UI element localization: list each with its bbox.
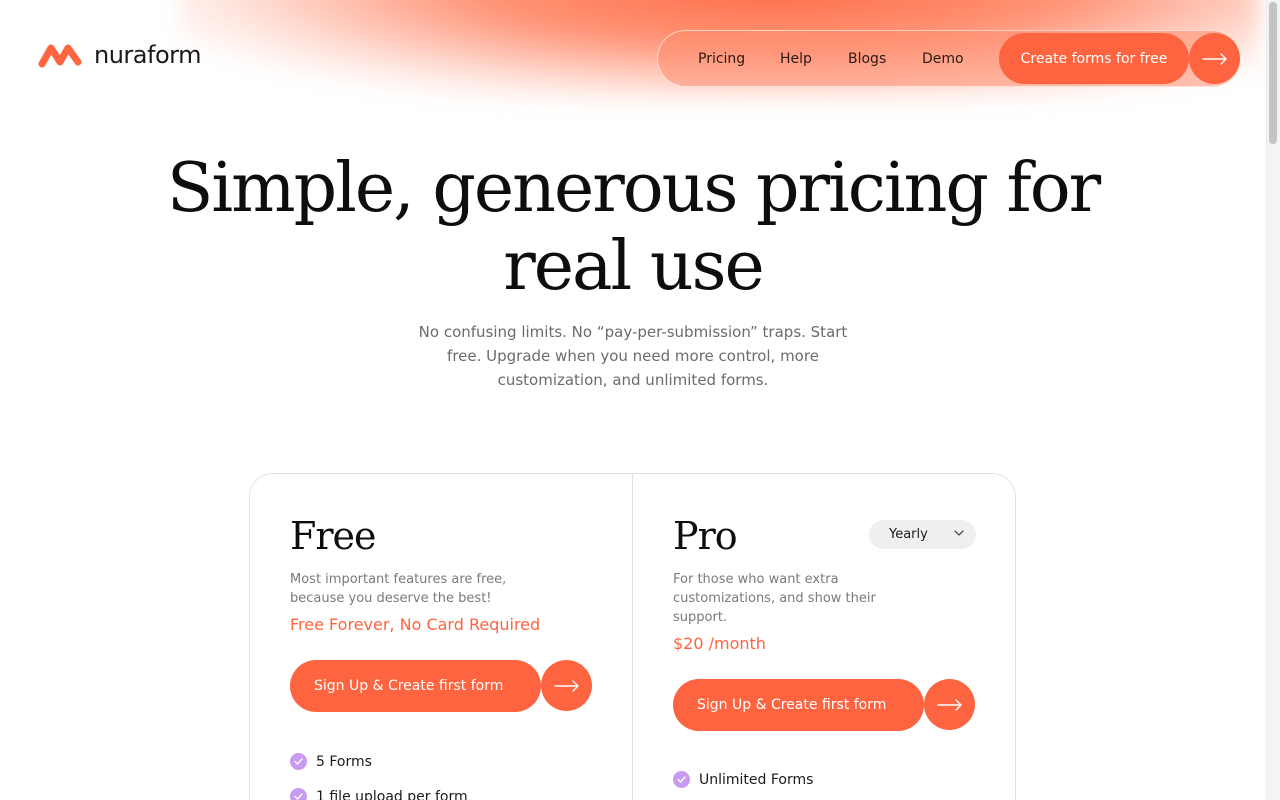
page-title: Simple, generous pricing for real use: [166, 149, 1101, 306]
plan-pro-description: For those who want extra customizations,…: [673, 572, 876, 625]
top-nav: Pricing Help Blogs Demo Create forms for…: [657, 30, 1241, 87]
arrow-right-icon: [1201, 52, 1227, 65]
plan-free-name: Free: [290, 514, 377, 558]
logo-text: nuraform: [94, 41, 201, 69]
plan-free-card: Free Most important features are free, b…: [290, 474, 592, 800]
plan-divider: [632, 474, 633, 800]
page-subtitle: No confusing limits. No “pay-per-submiss…: [418, 323, 848, 389]
plan-pro-feature: Unlimited Forms: [673, 771, 813, 788]
plan-free-signup-arrow-button[interactable]: [541, 660, 592, 711]
nav-link-blogs[interactable]: Blogs: [848, 51, 886, 67]
plan-free-signup-button[interactable]: Sign Up & Create first form: [290, 660, 541, 712]
plan-pro-name: Pro: [673, 514, 738, 558]
create-forms-arrow-button[interactable]: [1189, 33, 1240, 84]
create-forms-button[interactable]: Create forms for free: [999, 33, 1189, 84]
pricing-table: Free Most important features are free, b…: [249, 473, 1016, 800]
scrollbar-thumb[interactable]: [1269, 2, 1277, 144]
billing-period-value: Yearly: [889, 527, 928, 542]
logo[interactable]: nuraform: [38, 40, 201, 70]
plan-pro-feature-label: Unlimited Forms: [699, 771, 814, 788]
plan-free-description: Most important features are free, becaus…: [290, 572, 507, 606]
plan-free-feature-label: 5 Forms: [316, 753, 372, 770]
plan-pro-card: Pro Yearly For those who want extra cust…: [673, 474, 977, 800]
plan-free-price: Free Forever, No Card Required: [290, 615, 541, 634]
plan-pro-price: $20 /month: [673, 634, 766, 653]
billing-period-select[interactable]: Yearly: [869, 520, 976, 549]
plan-free-feature: 5 Forms: [290, 753, 372, 770]
plan-free-feature: 1 file upload per form: [290, 788, 468, 800]
check-icon: [673, 771, 690, 788]
check-icon: [290, 753, 307, 770]
plan-pro-signup-button[interactable]: Sign Up & Create first form: [673, 679, 924, 731]
chevron-down-icon: [954, 530, 964, 536]
arrow-right-icon: [936, 698, 962, 711]
nav-link-pricing[interactable]: Pricing: [698, 51, 745, 67]
arrow-right-icon: [553, 679, 579, 692]
check-icon: [290, 788, 307, 800]
logo-mark-icon: [38, 44, 82, 68]
nav-link-demo[interactable]: Demo: [922, 51, 964, 67]
plan-free-feature-label: 1 file upload per form: [316, 788, 468, 800]
nav-link-help[interactable]: Help: [780, 51, 812, 67]
plan-pro-signup-arrow-button[interactable]: [924, 679, 975, 730]
